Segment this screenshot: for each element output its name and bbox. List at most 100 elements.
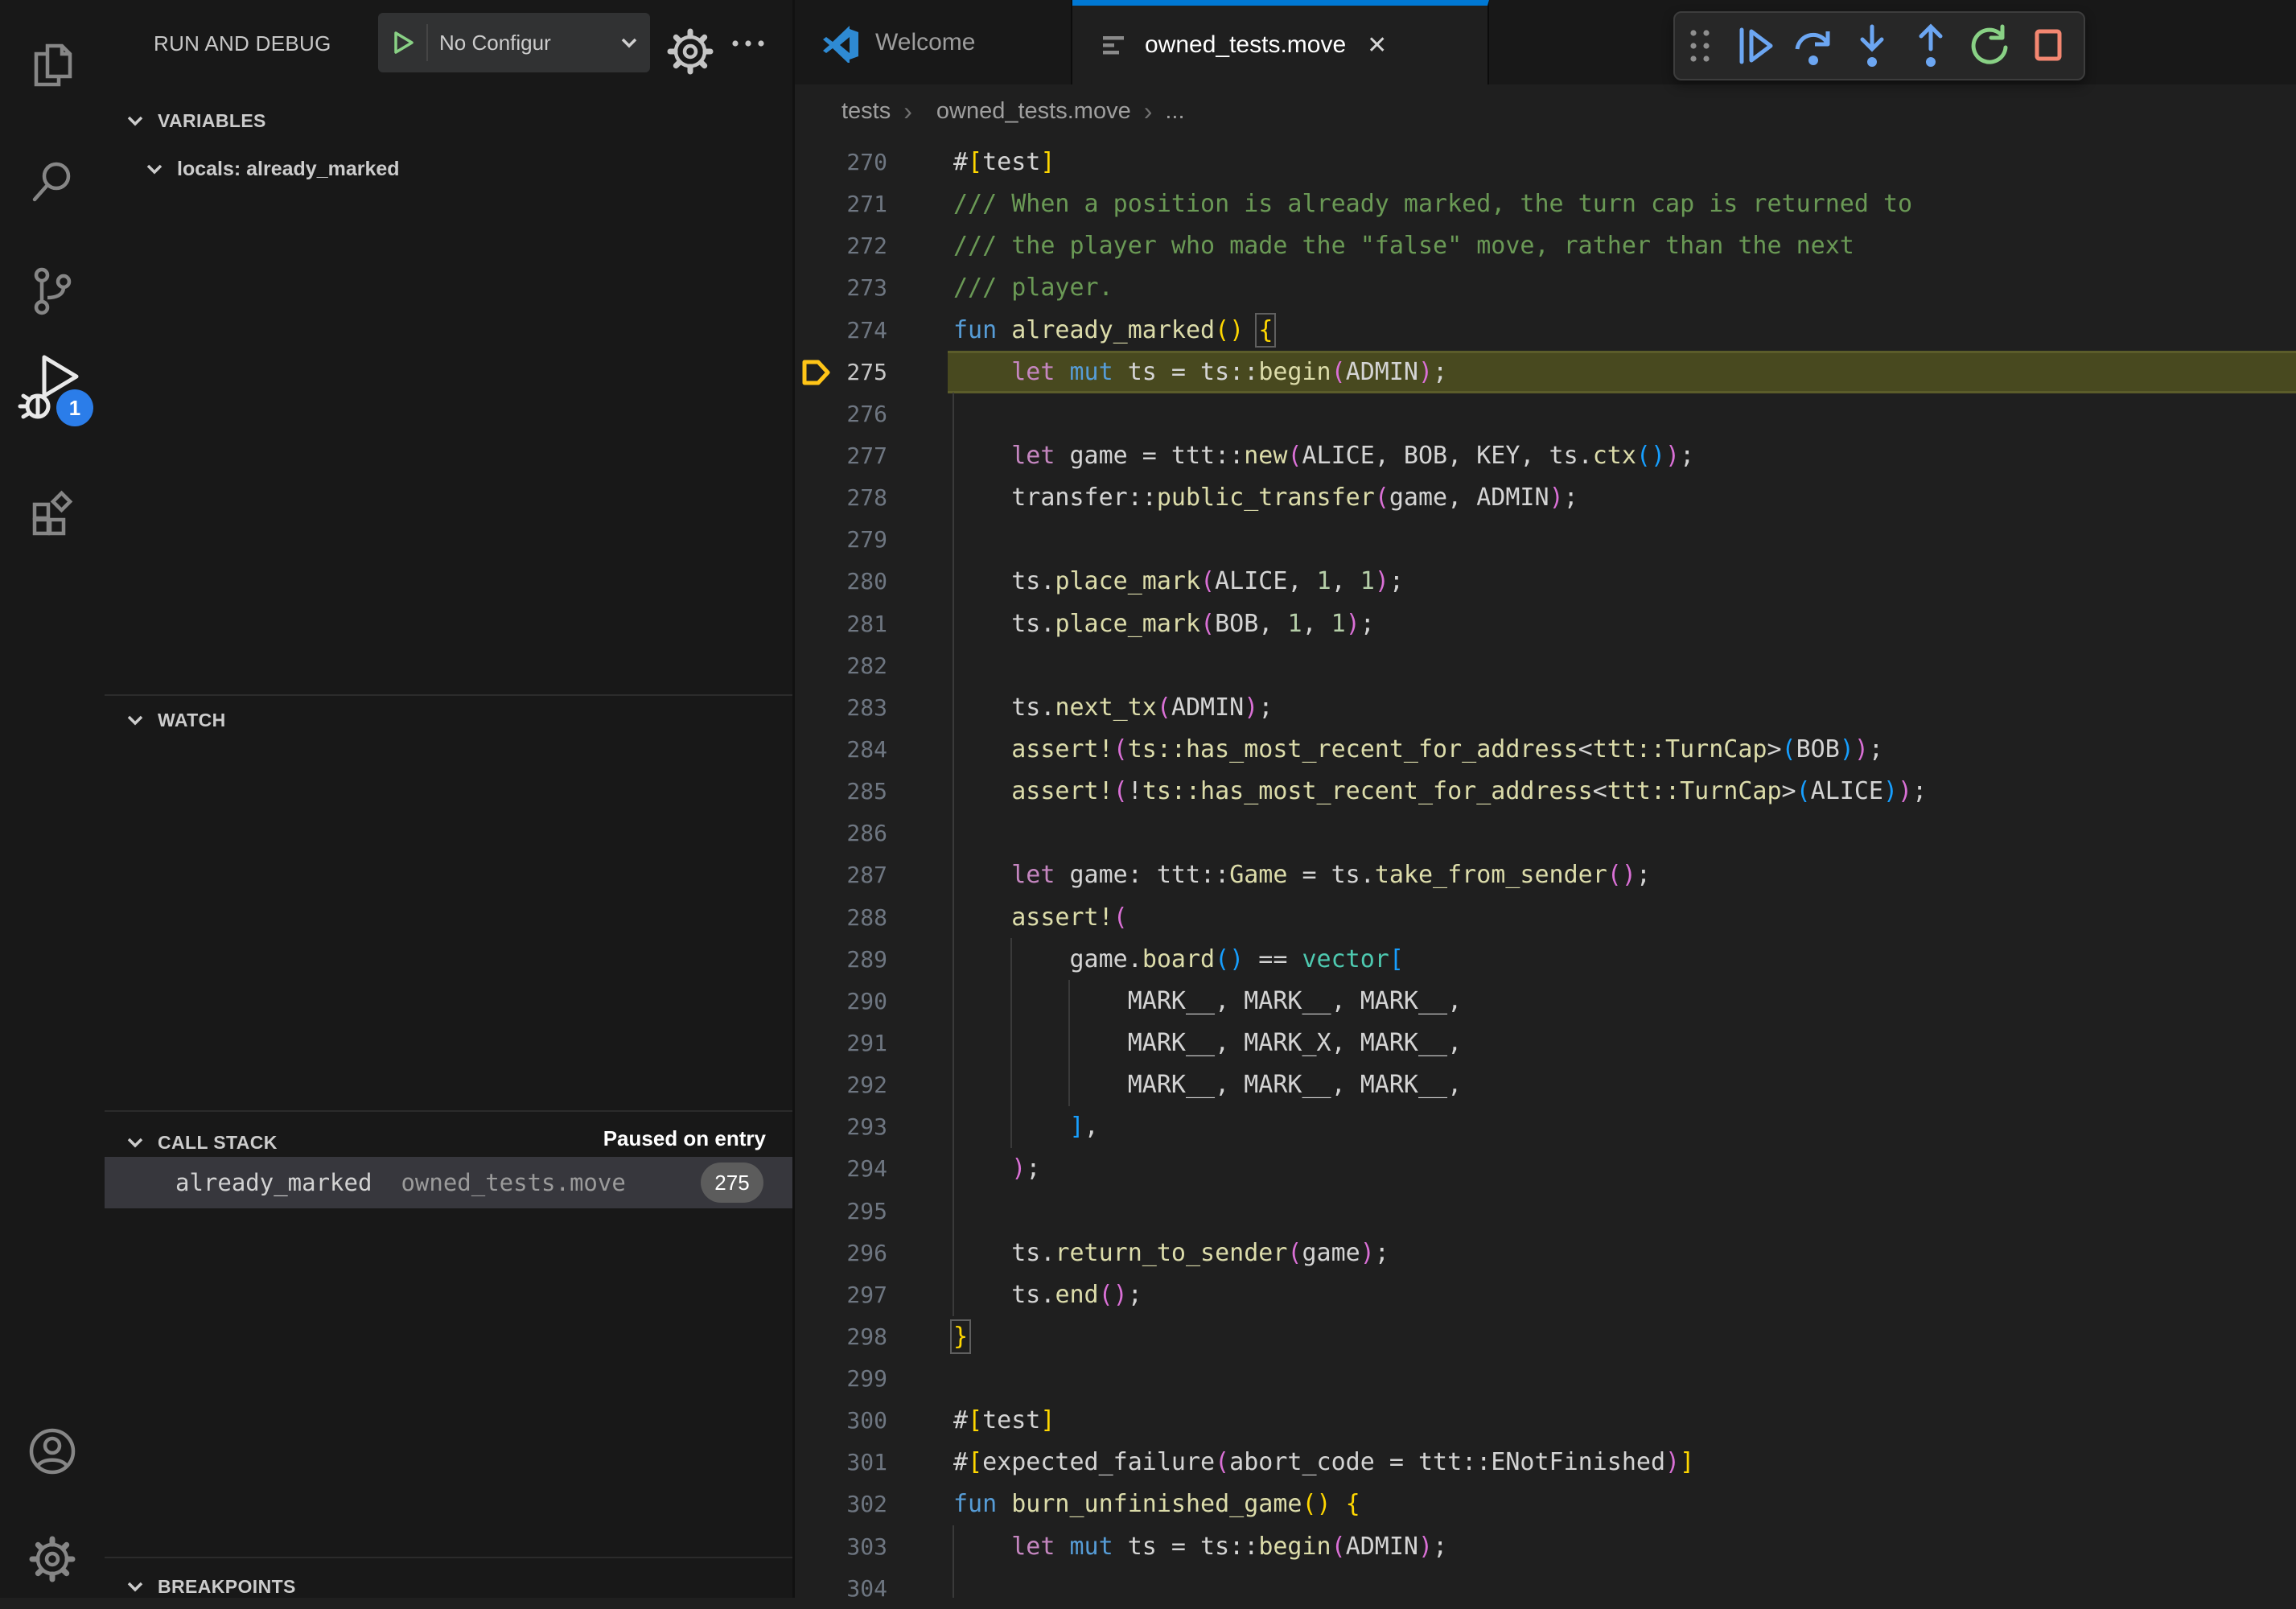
code-line-286[interactable]: 286 (795, 812, 2296, 854)
gear-icon[interactable] (663, 24, 718, 79)
line-number[interactable]: 273 (795, 266, 887, 309)
line-number[interactable]: 293 (795, 1105, 887, 1148)
breakpoints-section-header[interactable]: BREAKPOINTS (105, 1564, 792, 1609)
code-line-281[interactable]: 281 ts.place_mark(BOB, 1, 1); (795, 603, 2296, 645)
code-line-274[interactable]: 274fun already_marked() { (795, 309, 2296, 352)
line-number[interactable]: 288 (795, 896, 887, 939)
breadcrumb-folder[interactable]: tests (841, 98, 891, 125)
code-line-289[interactable]: 289 game.board() == vector[ (795, 938, 2296, 981)
code-line-278[interactable]: 278 transfer::public_transfer(game, ADMI… (795, 476, 2296, 519)
tab-owned-tests-move[interactable]: owned_tests.move✕ (1072, 0, 1489, 84)
line-number[interactable]: 270 (795, 141, 887, 183)
code-line-294[interactable]: 294 ); (795, 1147, 2296, 1190)
tab-welcome[interactable]: Welcome (795, 0, 1072, 84)
code-line-303[interactable]: 303 let mut ts = ts::begin(ADMIN); (795, 1525, 2296, 1568)
code-line-275[interactable]: 275 let mut ts = ts::begin(ADMIN); (795, 351, 2296, 393)
code-line-295[interactable]: 295 (795, 1190, 2296, 1232)
line-number[interactable]: 278 (795, 476, 887, 519)
line-number[interactable]: 299 (795, 1357, 887, 1400)
continue-button[interactable] (1725, 13, 1784, 79)
line-number[interactable]: 277 (795, 434, 887, 477)
line-number[interactable]: 282 (795, 644, 887, 687)
activity-item-extensions[interactable] (0, 474, 105, 551)
variables-section-header[interactable]: VARIABLES (105, 98, 792, 143)
sidebar-editor-divider[interactable] (792, 0, 795, 1598)
line-number[interactable]: 284 (795, 728, 887, 771)
line-number[interactable]: 287 (795, 854, 887, 896)
line-number[interactable]: 298 (795, 1315, 887, 1358)
code-line-280[interactable]: 280 ts.place_mark(ALICE, 1, 1); (795, 560, 2296, 603)
code-line-282[interactable]: 282 (795, 644, 2296, 687)
code-line-299[interactable]: 299 (795, 1357, 2296, 1400)
line-number[interactable]: 291 (795, 1022, 887, 1064)
code-line-272[interactable]: 272/// the player who made the "false" m… (795, 224, 2296, 267)
code-line-276[interactable]: 276 (795, 393, 2296, 435)
code-line-293[interactable]: 293 ], (795, 1105, 2296, 1148)
code-line-304[interactable]: 304 (795, 1567, 2296, 1598)
code-line-273[interactable]: 273/// player. (795, 266, 2296, 309)
stop-button[interactable] (2018, 13, 2077, 79)
code-line-302[interactable]: 302fun burn_unfinished_game() { (795, 1483, 2296, 1525)
locals-scope-item[interactable]: locals: already_marked (105, 146, 792, 191)
code-line-271[interactable]: 271/// When a position is already marked… (795, 183, 2296, 225)
step-out-button[interactable] (1901, 13, 1960, 79)
code-line-277[interactable]: 277 let game = ttt::new(ALICE, BOB, KEY,… (795, 434, 2296, 477)
activity-item-account[interactable] (0, 1413, 105, 1490)
code-line-292[interactable]: 292 MARK__, MARK__, MARK__, (795, 1064, 2296, 1106)
line-number[interactable]: 290 (795, 980, 887, 1023)
close-icon[interactable]: ✕ (1367, 31, 1387, 60)
code-line-287[interactable]: 287 let game: ttt::Game = ts.take_from_s… (795, 854, 2296, 896)
code-line-285[interactable]: 285 assert!(!ts::has_most_recent_for_add… (795, 770, 2296, 813)
line-number[interactable]: 301 (795, 1441, 887, 1483)
code-line-284[interactable]: 284 assert!(ts::has_most_recent_for_addr… (795, 728, 2296, 771)
breadcrumb-more[interactable]: ... (1165, 98, 1184, 125)
code-line-290[interactable]: 290 MARK__, MARK__, MARK__, (795, 980, 2296, 1023)
line-number[interactable]: 297 (795, 1274, 887, 1316)
line-number[interactable]: 295 (795, 1190, 887, 1232)
line-number[interactable]: 292 (795, 1064, 887, 1106)
line-number[interactable]: 304 (795, 1567, 887, 1598)
line-number[interactable]: 286 (795, 812, 887, 854)
code-line-297[interactable]: 297 ts.end(); (795, 1274, 2296, 1316)
start-debug-icon[interactable] (378, 24, 428, 61)
activity-item-run-and-debug[interactable]: 1 (0, 351, 105, 428)
line-number[interactable]: 276 (795, 393, 887, 435)
code-line-300[interactable]: 300#[test] (795, 1399, 2296, 1442)
line-number[interactable]: 302 (795, 1483, 887, 1525)
code-line-296[interactable]: 296 ts.return_to_sender(game); (795, 1232, 2296, 1274)
activity-item-search[interactable] (0, 143, 105, 220)
activity-item-explorer[interactable] (0, 27, 105, 104)
call-stack-frame[interactable]: already_marked owned_tests.move 275 (105, 1157, 792, 1208)
restart-button[interactable] (1960, 13, 2018, 79)
code-line-298[interactable]: 298} (795, 1315, 2296, 1358)
line-number[interactable]: 296 (795, 1232, 887, 1274)
watch-section-header[interactable]: WATCH (105, 698, 792, 743)
code-editor[interactable]: 270#[test]271/// When a position is alre… (795, 138, 2296, 1598)
step-into-button[interactable] (1842, 13, 1901, 79)
line-number[interactable]: 281 (795, 603, 887, 645)
debug-configuration-dropdown[interactable]: No Configur (378, 13, 650, 72)
activity-item-source-control[interactable] (0, 253, 105, 330)
line-number[interactable]: 272 (795, 224, 887, 267)
line-number[interactable]: 280 (795, 560, 887, 603)
code-line-270[interactable]: 270#[test] (795, 141, 2296, 183)
code-line-283[interactable]: 283 ts.next_tx(ADMIN); (795, 686, 2296, 729)
line-number[interactable]: 303 (795, 1525, 887, 1568)
code-line-279[interactable]: 279 (795, 518, 2296, 561)
step-over-button[interactable] (1784, 13, 1842, 79)
line-number[interactable]: 271 (795, 183, 887, 225)
line-number[interactable]: 283 (795, 686, 887, 729)
line-number[interactable]: 294 (795, 1147, 887, 1190)
line-number[interactable]: 274 (795, 309, 887, 352)
drag-grip-button[interactable] (1675, 13, 1725, 79)
breadcrumb-file[interactable]: owned_tests.move (936, 98, 1131, 125)
line-number[interactable]: 285 (795, 770, 887, 813)
activity-item-settings[interactable] (0, 1521, 105, 1598)
line-number[interactable]: 279 (795, 518, 887, 561)
code-line-288[interactable]: 288 assert!( (795, 896, 2296, 939)
more-actions-icon[interactable] (726, 24, 771, 60)
code-line-301[interactable]: 301#[expected_failure(abort_code = ttt::… (795, 1441, 2296, 1483)
line-number[interactable]: 300 (795, 1399, 887, 1442)
line-number[interactable]: 289 (795, 938, 887, 981)
code-line-291[interactable]: 291 MARK__, MARK_X, MARK__, (795, 1022, 2296, 1064)
